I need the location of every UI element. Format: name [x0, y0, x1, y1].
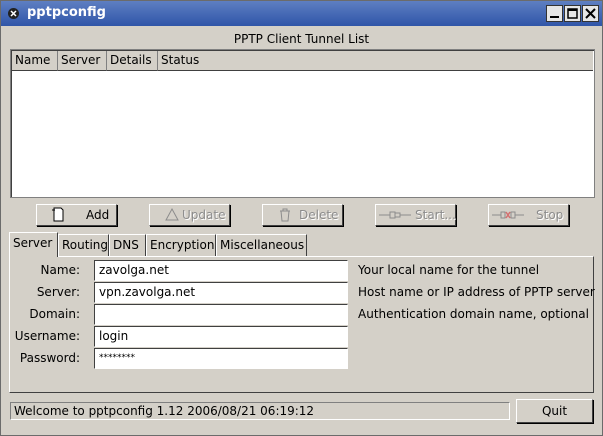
quit-button[interactable]: Quit — [516, 399, 593, 423]
tab-server[interactable]: Server — [9, 232, 58, 257]
maximize-button[interactable] — [564, 5, 581, 22]
start-button[interactable]: Start... — [375, 204, 456, 226]
password-label: Password: — [19, 351, 80, 365]
minimize-button[interactable] — [546, 5, 563, 22]
trash-icon — [280, 208, 290, 222]
update-icon — [165, 207, 179, 221]
status-bar: Welcome to pptpconfig 1.12 2006/08/21 06… — [10, 402, 510, 420]
column-header-name[interactable]: Name — [12, 51, 58, 71]
column-header-server[interactable]: Server — [58, 51, 107, 71]
start-label: Start... — [415, 208, 456, 222]
update-label: Update — [182, 208, 226, 222]
close-button[interactable] — [582, 5, 599, 22]
tunnel-list[interactable]: Name Server Details Status — [10, 49, 595, 198]
column-header-status[interactable]: Status — [158, 51, 593, 71]
tab-routing[interactable]: Routing — [58, 234, 109, 256]
plug-connect-icon — [379, 211, 411, 219]
update-button[interactable]: Update — [149, 204, 230, 226]
domain-field[interactable] — [94, 304, 348, 325]
tab-dns[interactable]: DNS — [109, 234, 146, 256]
tab-encryption[interactable]: Encryption — [146, 234, 216, 256]
plug-disconnect-icon — [492, 211, 524, 219]
list-caption: PPTP Client Tunnel List — [233, 32, 370, 46]
minimize-icon — [550, 16, 559, 18]
server-field[interactable]: vpn.zavolga.net — [94, 282, 348, 303]
tab-miscellaneous[interactable]: Miscellaneous — [216, 234, 307, 256]
stop-label: Stop — [536, 208, 564, 222]
domain-label: Domain: — [29, 307, 80, 321]
maximize-icon — [567, 8, 578, 19]
add-button[interactable]: Add — [36, 204, 117, 226]
window-title: pptpconfig — [27, 5, 106, 20]
delete-button[interactable]: Delete — [262, 204, 343, 226]
new-document-icon — [52, 207, 64, 222]
password-field[interactable]: ******** — [94, 348, 348, 369]
close-icon — [585, 8, 596, 19]
server-label: Server: — [36, 285, 80, 299]
server-hint: Host name or IP address of PPTP server — [358, 285, 595, 299]
app-icon — [8, 8, 19, 19]
stop-button[interactable]: Stop — [488, 204, 569, 226]
delete-label: Delete — [299, 208, 339, 222]
column-header-details[interactable]: Details — [107, 51, 158, 71]
domain-hint: Authentication domain name, optional — [358, 307, 589, 321]
name-hint: Your local name for the tunnel — [358, 263, 540, 277]
username-field[interactable]: login — [94, 326, 348, 347]
main-window: pptpconfig PPTP Client Tunnel List Name … — [0, 0, 603, 436]
name-field[interactable]: zavolga.net — [94, 260, 348, 281]
name-label: Name: — [40, 263, 80, 277]
add-label: Add — [86, 208, 110, 222]
title-bar[interactable]: pptpconfig — [1, 1, 602, 26]
username-label: Username: — [14, 329, 80, 343]
